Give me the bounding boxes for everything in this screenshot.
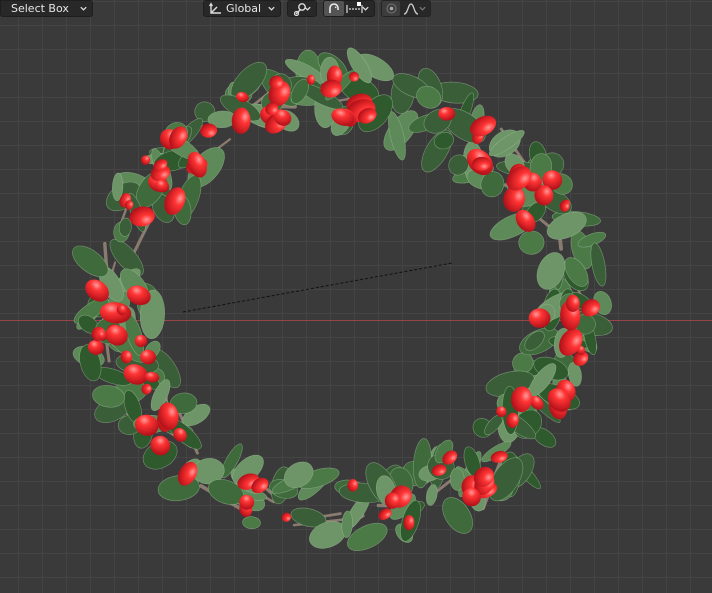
select-box-dropdown[interactable]: Select Box xyxy=(0,0,93,17)
proportional-edit-toggle[interactable] xyxy=(382,1,400,16)
chevron-down-icon xyxy=(80,6,87,11)
wreath-leaf xyxy=(341,510,353,538)
chevron-down-icon xyxy=(304,6,311,11)
proportional-editing-controls xyxy=(381,0,431,17)
wreath-berry xyxy=(281,512,292,522)
snapping-controls xyxy=(323,0,375,17)
wreath-berry xyxy=(306,74,315,85)
orientation-axes-icon xyxy=(208,2,221,14)
chevron-down-icon xyxy=(268,6,275,11)
select-box-label: Select Box xyxy=(11,2,69,15)
proportional-edit-icon xyxy=(386,3,397,14)
wreath-leaf xyxy=(242,516,261,530)
orientation-label: Global xyxy=(226,2,262,15)
magnet-icon xyxy=(329,3,339,13)
wreath-leaf xyxy=(518,230,545,255)
holly-wreath-model[interactable] xyxy=(0,0,712,593)
transform-orientation-dropdown[interactable]: Global xyxy=(203,0,281,17)
3d-viewport[interactable] xyxy=(0,0,712,593)
chevron-down-icon[interactable] xyxy=(361,4,370,13)
smooth-falloff-icon[interactable] xyxy=(403,2,419,15)
wreath-berry xyxy=(384,492,401,509)
chevron-down-icon[interactable] xyxy=(418,4,427,13)
pivot-point-dropdown[interactable] xyxy=(287,0,317,17)
viewport-header-toolbar: Select Box Global xyxy=(0,0,712,18)
wreath-berry xyxy=(528,308,551,328)
snap-toggle-button[interactable] xyxy=(324,1,344,16)
